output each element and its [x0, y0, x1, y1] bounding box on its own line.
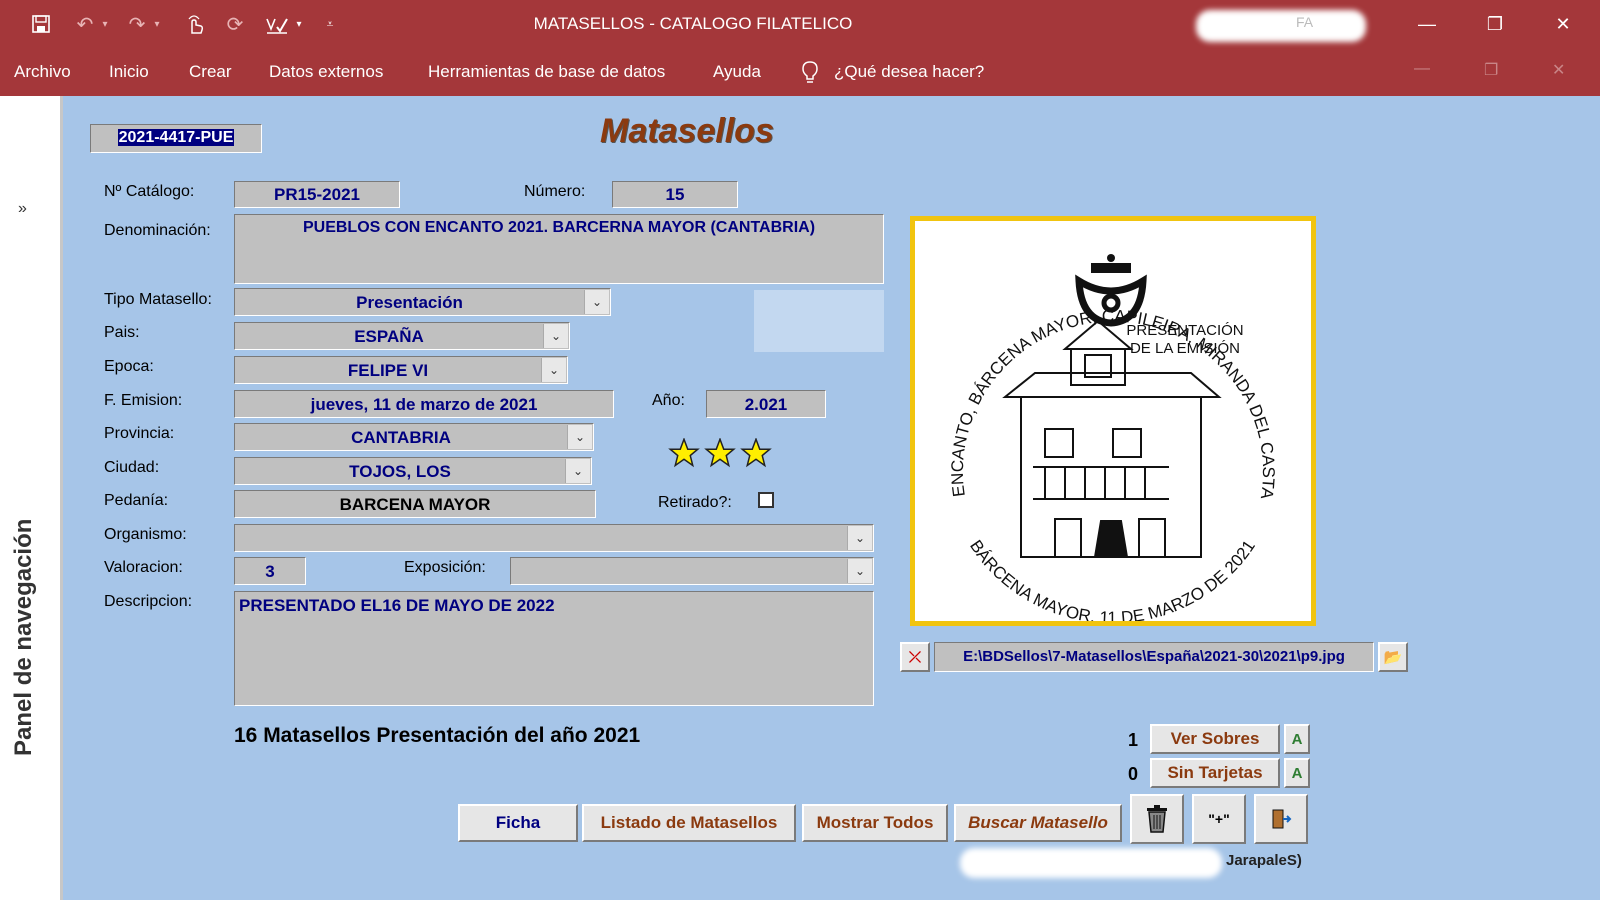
- valoracion-field[interactable]: 3: [234, 557, 306, 585]
- pais-combo[interactable]: ESPAÑA ⌄: [234, 322, 570, 350]
- pais-value: ESPAÑA: [354, 327, 424, 346]
- tab-crear[interactable]: Crear: [189, 62, 232, 82]
- tipo-combo[interactable]: Presentación ⌄: [234, 288, 611, 316]
- stamp-image: PUEBLOS CON ENCANTO, BÁRCENA MAYOR, CAPI…: [908, 206, 1316, 627]
- epoca-label: Epoca:: [104, 358, 154, 375]
- anio-field[interactable]: 2.021: [706, 390, 826, 418]
- organismo-dropdown-icon[interactable]: ⌄: [847, 526, 872, 550]
- pais-dropdown-icon[interactable]: ⌄: [543, 324, 568, 348]
- trash-icon: [1147, 805, 1167, 833]
- record-id-value: 2021-4417-PUE: [117, 129, 235, 146]
- summary-text: 16 Matasellos Presentación del año 2021: [234, 724, 641, 747]
- mostrar-todos-button[interactable]: Mostrar Todos: [802, 804, 948, 842]
- provincia-value: CANTABRIA: [351, 428, 451, 447]
- image-path-field[interactable]: E:\BDSellos\7-Matasellos\España\2021-30\…: [934, 642, 1374, 672]
- navigation-pane-label: Panel de navegación: [10, 518, 37, 756]
- star-icon: [668, 438, 700, 468]
- ciudad-label: Ciudad:: [104, 459, 160, 476]
- user-name-fragment: FA: [1296, 14, 1314, 30]
- db-minimize-icon[interactable]: —: [1414, 60, 1430, 78]
- lightbulb-icon: [800, 60, 820, 89]
- buscar-matasello-button[interactable]: Buscar Matasello: [954, 804, 1122, 842]
- minimize-button[interactable]: —: [1404, 8, 1450, 40]
- pedania-field[interactable]: BARCENA MAYOR: [234, 490, 596, 518]
- ficha-button[interactable]: Ficha: [458, 804, 578, 842]
- denominacion-field[interactable]: PUEBLOS CON ENCANTO 2021. BARCERNA MAYOR…: [234, 214, 884, 284]
- db-close-icon[interactable]: ✕: [1552, 60, 1565, 80]
- delete-button[interactable]: [1130, 794, 1184, 844]
- tab-inicio[interactable]: Inicio: [109, 62, 149, 82]
- record-id-field[interactable]: 2021-4417-PUE: [90, 124, 262, 153]
- stamp-center-line1: PRESENTACIÓN: [1126, 322, 1243, 339]
- descripcion-field[interactable]: PRESENTADO EL16 DE MAYO DE 2022: [234, 591, 874, 706]
- tab-ayuda[interactable]: Ayuda: [713, 62, 761, 82]
- exposicion-label: Exposición:: [404, 559, 486, 576]
- epoca-combo[interactable]: FELIPE VI ⌄: [234, 356, 568, 384]
- title-bar: ↶ ▾ ↷ ▾ ⟳ ▾ ⩡ MATASELLOS - CATALOGO FILA…: [0, 0, 1600, 48]
- ciudad-combo[interactable]: TOJOS, LOS ⌄: [234, 457, 592, 485]
- star-icon: [740, 438, 772, 468]
- close-button[interactable]: ✕: [1540, 8, 1586, 40]
- sobres-a-button[interactable]: A: [1284, 724, 1310, 754]
- retirado-label: Retirado?:: [658, 494, 732, 511]
- epoca-value: FELIPE VI: [347, 361, 429, 380]
- valoracion-label: Valoracion:: [104, 559, 183, 576]
- browse-folder-icon[interactable]: 📂: [1378, 642, 1408, 672]
- exit-button[interactable]: [1254, 794, 1308, 844]
- denominacion-label: Denominación:: [104, 222, 211, 239]
- catalogo-field[interactable]: PR15-2021: [234, 181, 400, 208]
- tipo-dropdown-icon[interactable]: ⌄: [584, 290, 609, 314]
- form-title: Matasellos: [600, 112, 774, 150]
- tab-herramientas[interactable]: Herramientas de base de datos: [428, 62, 665, 82]
- ciudad-dropdown-icon[interactable]: ⌄: [565, 459, 590, 483]
- numero-field[interactable]: 15: [612, 181, 738, 208]
- star-icon: [704, 438, 736, 468]
- provincia-label: Provincia:: [104, 425, 175, 442]
- exposicion-combo[interactable]: ⌄: [510, 557, 874, 585]
- provincia-dropdown-icon[interactable]: ⌄: [567, 425, 592, 449]
- emision-field[interactable]: jueves, 11 de marzo de 2021: [234, 390, 614, 418]
- tarjetas-count: 0: [1128, 764, 1139, 784]
- provincia-combo[interactable]: CANTABRIA ⌄: [234, 423, 594, 451]
- emision-label: F. Emision:: [104, 392, 183, 409]
- organismo-label: Organismo:: [104, 526, 187, 543]
- rating-stars: [668, 438, 772, 468]
- navigation-pane[interactable]: » Panel de navegación: [0, 96, 63, 900]
- stamp-center-line2: DE LA EMISIÓN: [1130, 340, 1240, 357]
- add-record-button[interactable]: "+": [1192, 794, 1246, 844]
- db-restore-icon[interactable]: ❐: [1484, 60, 1498, 80]
- listado-button[interactable]: Listado de Matasellos: [582, 804, 796, 842]
- catalogo-label: Nº Catálogo:: [104, 183, 195, 200]
- ver-sobres-button[interactable]: Ver Sobres: [1150, 724, 1280, 754]
- remove-image-icon[interactable]: ⤫: [900, 642, 930, 672]
- stamp-arc-top: PUEBLOS CON ENCANTO, BÁRCENA MAYOR, CAPI…: [915, 221, 1278, 501]
- exit-door-icon: [1272, 809, 1292, 829]
- tell-me-search[interactable]: ¿Qué desea hacer?: [834, 62, 984, 82]
- numero-label: Número:: [524, 183, 586, 200]
- redacted-credit: [960, 848, 1222, 878]
- credit-fragment: JarapaleS): [1226, 852, 1302, 869]
- organismo-combo[interactable]: ⌄: [234, 524, 874, 552]
- restore-button[interactable]: ❐: [1472, 8, 1518, 40]
- redacted-user-area: [1196, 10, 1366, 42]
- descripcion-label: Descripcion:: [104, 593, 193, 610]
- epoca-dropdown-icon[interactable]: ⌄: [541, 358, 566, 382]
- retirado-checkbox[interactable]: [758, 492, 774, 508]
- sin-tarjetas-button[interactable]: Sin Tarjetas: [1150, 758, 1280, 788]
- blank-panel: [754, 290, 884, 352]
- exposicion-dropdown-icon[interactable]: ⌄: [847, 559, 872, 583]
- tipo-label: Tipo Matasello:: [104, 291, 212, 308]
- ciudad-value: TOJOS, LOS: [349, 462, 451, 481]
- pais-label: Pais:: [104, 324, 140, 341]
- tarjetas-a-button[interactable]: A: [1284, 758, 1310, 788]
- tab-datos-externos[interactable]: Datos externos: [269, 62, 383, 82]
- postmark-drawing: PUEBLOS CON ENCANTO, BÁRCENA MAYOR, CAPI…: [908, 206, 1278, 627]
- pedania-label: Pedanía:: [104, 492, 169, 509]
- tipo-value: Presentación: [356, 293, 463, 312]
- expand-nav-icon[interactable]: »: [18, 200, 27, 218]
- window-title: MATASELLOS - CATALOGO FILATELICO: [533, 14, 853, 33]
- sobres-count: 1: [1128, 730, 1139, 750]
- anio-label: Año:: [652, 392, 685, 409]
- tab-archivo[interactable]: Archivo: [14, 62, 71, 82]
